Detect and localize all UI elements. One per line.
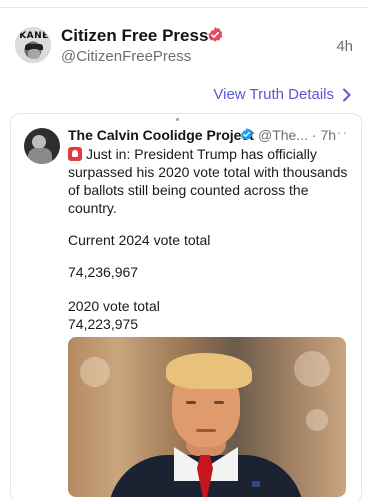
avatar-figure-body [28,148,52,164]
quoted-post-body: Just in: President Trump has officially … [68,146,348,216]
quoted-author-meta: @The... · 7h [258,127,336,143]
flag-pin-icon [252,481,260,487]
avatar-figure-head [32,135,46,149]
image-eye [186,401,196,404]
previous-vote-label: 2020 vote total [68,298,160,314]
top-divider [0,7,369,8]
siren-icon [68,147,82,161]
background-bokeh [294,351,330,387]
current-vote-value: 74,236,967 [68,264,139,280]
view-truth-details-link[interactable]: View Truth Details [213,86,352,103]
post-header: KANE Citizen Free Press @CitizenFreePres… [0,18,369,74]
current-vote-label: Current 2024 vote total [68,232,211,248]
quoted-author-name[interactable]: The Calvin Coolidge Project [68,127,254,143]
author-handle[interactable]: @CitizenFreePress [61,48,191,65]
verified-badge-icon [208,27,223,42]
meta-separator: · [311,127,317,143]
image-mouth [196,429,216,432]
avatar-face [28,49,40,59]
avatar-logo-text: KANE [19,31,49,41]
image-eye [214,401,224,404]
image-hair [166,353,252,389]
quoted-verified-badge-icon [241,127,253,141]
more-options-icon[interactable]: ··· [331,124,348,140]
background-bokeh [80,357,110,387]
card-indicator-dot [176,118,179,121]
quoted-author-avatar[interactable] [24,128,60,164]
quoted-author-handle[interactable]: @The... [258,127,308,143]
previous-vote-value: 74,223,975 [68,316,139,332]
chevron-right-icon [343,88,351,101]
post-time: 4h [336,38,353,55]
post-image[interactable] [68,337,346,497]
background-bokeh [306,409,328,431]
author-avatar[interactable]: KANE [15,27,51,63]
view-truth-details-label: View Truth Details [213,86,334,103]
quoted-post-text: Just in: President Trump has officially … [68,145,353,217]
author-name[interactable]: Citizen Free Press [61,26,208,46]
